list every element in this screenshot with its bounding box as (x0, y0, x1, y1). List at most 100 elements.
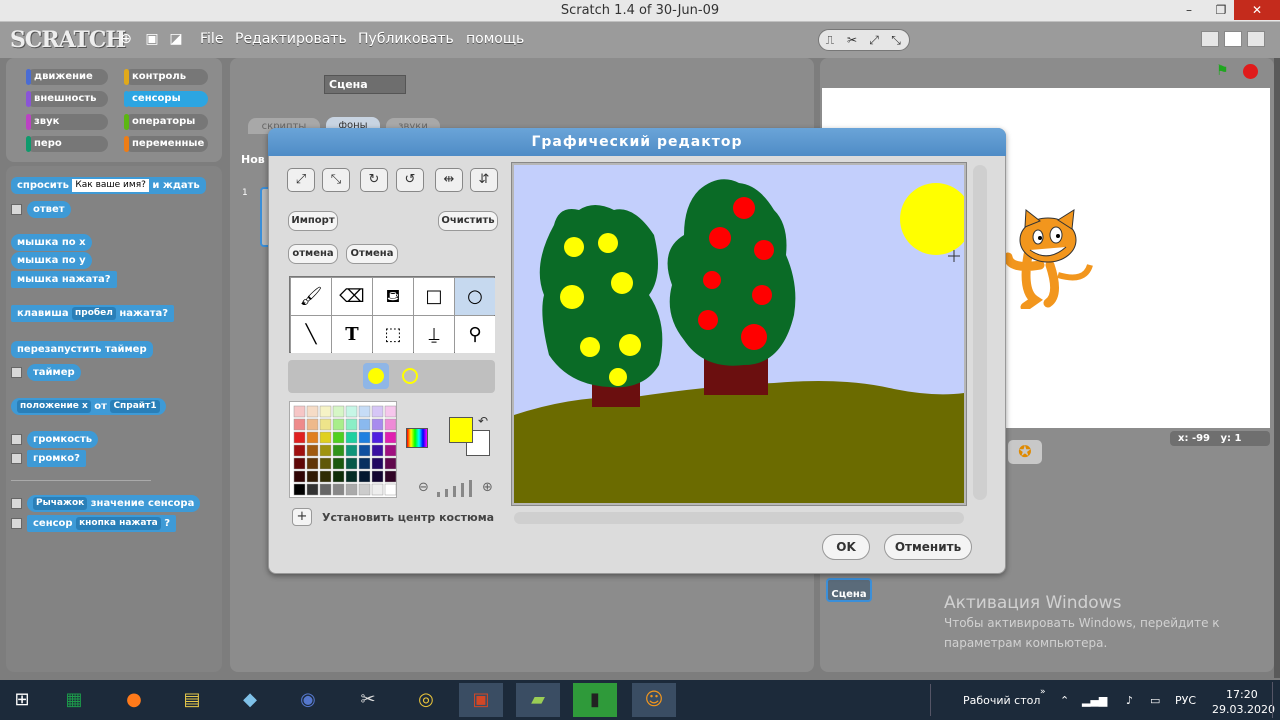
zoom-out-icon[interactable]: ⊖ (418, 480, 429, 495)
category-control[interactable]: контроль (124, 69, 208, 85)
category-pen[interactable]: перо (26, 136, 108, 152)
language-indicator[interactable]: РУС (1175, 694, 1196, 707)
canvas-horizontal-scrollbar[interactable] (514, 512, 964, 524)
answer-checkbox[interactable] (11, 204, 22, 215)
drawing-canvas[interactable] (514, 165, 964, 503)
menu-edit[interactable]: Редактировать (235, 31, 347, 47)
loud-checkbox[interactable] (11, 453, 22, 464)
zoom-in-icon[interactable]: ⊕ (482, 480, 493, 495)
category-sound[interactable]: звук (26, 114, 108, 130)
sensor-pressed-block[interactable]: сенсор кнопка нажата ? (27, 515, 177, 532)
stamp-icon[interactable]: ⍊ (414, 316, 454, 353)
enlarge-icon[interactable]: ⤢ (287, 168, 315, 192)
ellipse-icon[interactable]: ○ (455, 278, 495, 315)
mouse-y-block[interactable]: мышка по y (11, 252, 92, 269)
category-variables[interactable]: переменные (124, 136, 208, 152)
flip-vertical-icon[interactable]: ⇵ (470, 168, 498, 192)
canvas-vertical-scrollbar[interactable] (973, 165, 987, 500)
small-stage-button[interactable] (1201, 31, 1219, 47)
undo-button[interactable]: отмена (288, 244, 338, 264)
eraser-icon[interactable]: ⌫ (332, 278, 372, 315)
text-icon[interactable]: T (332, 316, 372, 353)
rectangle-icon[interactable]: □ (414, 278, 454, 315)
mouse-x-block[interactable]: мышка по x (11, 234, 92, 251)
timer-block[interactable]: таймер (27, 364, 81, 381)
sprite-name-field[interactable]: Сцена (324, 75, 406, 94)
chrome-icon[interactable]: ◎ (404, 683, 448, 717)
toolbar-expand-icon[interactable]: » (1040, 687, 1046, 697)
share-icon[interactable]: ◪ (168, 31, 184, 47)
rotate-ccw-icon[interactable]: ↺ (396, 168, 424, 192)
normal-stage-button[interactable] (1224, 31, 1242, 47)
ok-button[interactable]: OK (822, 534, 870, 560)
shrink-icon[interactable]: ⤡ (322, 168, 350, 192)
import-button[interactable]: Импорт (288, 211, 338, 231)
cat-sprite[interactable] (1000, 205, 1096, 309)
category-operators[interactable]: операторы (124, 114, 208, 130)
paint-tool-icon[interactable]: ✂ (346, 683, 390, 717)
swap-colors-icon[interactable]: ↶ (478, 414, 488, 428)
notes-icon[interactable]: ◆ (228, 683, 272, 717)
zoom-level-indicator[interactable] (435, 480, 477, 498)
powerpoint-icon[interactable]: ▣ (459, 683, 503, 717)
tray-up-icon[interactable]: ⌃ (1060, 694, 1069, 707)
category-sensing[interactable]: сенсоры (124, 91, 208, 107)
maximize-button[interactable]: ❐ (1206, 0, 1236, 20)
color-palette[interactable] (289, 401, 397, 498)
category-motion[interactable]: движение (26, 69, 108, 85)
show-desktop-button[interactable] (1272, 682, 1280, 718)
answer-block[interactable]: ответ (27, 201, 71, 218)
timer-checkbox[interactable] (11, 367, 22, 378)
stop-icon[interactable] (1243, 64, 1258, 79)
stamp-tool-icon[interactable]: ⎍ (819, 30, 841, 50)
vpn-icon[interactable]: ◉ (286, 683, 330, 717)
redo-button[interactable]: Отмена (346, 244, 398, 264)
loudness-block[interactable]: громкость (27, 431, 99, 448)
menu-help[interactable]: помощь (466, 31, 524, 47)
scratch-icon[interactable]: ☺ (632, 683, 676, 717)
select-icon[interactable]: ⬚ (373, 316, 413, 353)
clock-date[interactable]: 29.03.2020 (1212, 703, 1275, 716)
loud-block[interactable]: громко? (27, 450, 86, 467)
stage-thumbnail[interactable]: Сцена (826, 578, 872, 602)
image-viewer-icon[interactable]: ▰ (516, 683, 560, 717)
fill-bucket-icon[interactable]: ⛾ (373, 278, 413, 315)
ask-block[interactable]: спросить Как ваше имя? и ждать (11, 177, 206, 194)
cancel-button[interactable]: Отменить (884, 534, 972, 560)
paintbrush-icon[interactable]: 🖌 (291, 278, 331, 315)
notification-icon[interactable]: ▭ (1150, 694, 1160, 707)
sensor-dropdown[interactable]: Рычажок (33, 497, 88, 510)
presentation-mode-button[interactable] (1247, 31, 1265, 47)
flip-horizontal-icon[interactable]: ⇹ (435, 168, 463, 192)
firefox-icon[interactable]: ● (112, 683, 156, 717)
shrink-tool-icon[interactable]: ⤡ (885, 30, 907, 50)
sensor-pressed-checkbox[interactable] (11, 518, 22, 529)
green-flag-icon[interactable]: ⚑ (1216, 64, 1232, 78)
start-icon[interactable]: ⊞ (0, 683, 44, 717)
menu-publish[interactable]: Публиковать (358, 31, 454, 47)
desktop-toolbar[interactable]: Рабочий стол (963, 694, 1040, 707)
category-looks[interactable]: внешность (26, 91, 108, 107)
volume-icon[interactable]: ♪ (1126, 694, 1133, 707)
line-icon[interactable]: ╲ (291, 316, 331, 353)
mouse-down-block[interactable]: мышка нажата? (11, 271, 117, 288)
minimize-button[interactable]: – (1174, 0, 1204, 20)
sensor-value-block[interactable]: Рычажок значение сенсора (27, 495, 201, 512)
save-icon[interactable]: ▣ (144, 31, 160, 47)
rotate-cw-icon[interactable]: ↻ (360, 168, 388, 192)
primary-color-swatch[interactable] (449, 417, 473, 443)
eyedropper-icon[interactable]: ⚲ (455, 316, 495, 353)
excel-icon[interactable]: ▦ (52, 683, 96, 717)
ask-input[interactable]: Как ваше имя? (72, 179, 149, 192)
sensor-value-checkbox[interactable] (11, 498, 22, 509)
key-dropdown[interactable]: пробел (72, 307, 116, 320)
set-center-icon[interactable]: + (292, 508, 312, 526)
color-picker-icon[interactable] (406, 428, 428, 448)
scissors-tool-icon[interactable]: ✂ (841, 30, 863, 50)
archive-icon[interactable]: ▤ (170, 683, 214, 717)
sensor-button-dropdown[interactable]: кнопка нажата (76, 517, 161, 530)
menu-file[interactable]: File (200, 31, 223, 47)
clear-button[interactable]: Очистить (438, 211, 498, 231)
attribute-of-block[interactable]: положение x от Спрайт1 (11, 398, 166, 415)
close-button[interactable]: ✕ (1234, 0, 1280, 20)
